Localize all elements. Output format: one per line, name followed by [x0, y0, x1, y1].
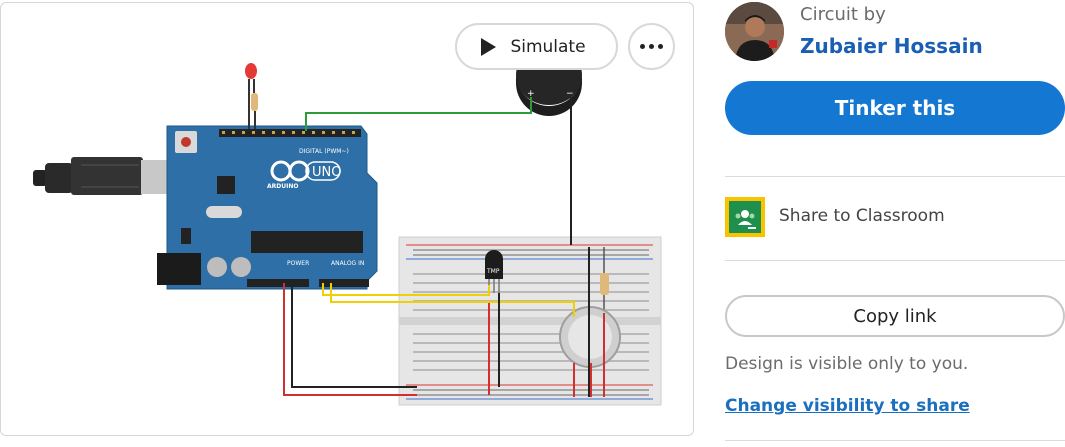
buzzer-minus-label: − [566, 89, 574, 99]
classroom-glyph [735, 210, 756, 229]
visibility-note: Design is visible only to you. [725, 354, 969, 374]
analog-header-label: ANALOG IN [331, 260, 364, 267]
avatar-image [725, 2, 784, 61]
board-brand-label: ARDUINO [267, 183, 298, 190]
divider [725, 440, 1065, 441]
page-root: DIGITAL (PWM~) UNO ARDUINO POWER ANALOG … [0, 0, 1065, 447]
board-model-label: UNO [312, 165, 341, 180]
power-header-label: POWER [287, 260, 309, 267]
usb-cable [33, 157, 169, 195]
led-component [245, 63, 258, 129]
divider [725, 260, 1065, 261]
copy-link-button[interactable]: Copy link [725, 295, 1065, 337]
circuit-canvas[interactable]: DIGITAL (PWM~) UNO ARDUINO POWER ANALOG … [0, 2, 694, 436]
avatar[interactable] [725, 2, 784, 61]
sensor-label: TMP [486, 268, 500, 275]
simulate-button[interactable]: Simulate [455, 23, 618, 70]
more-horizontal-icon [640, 44, 645, 49]
arduino-board: DIGITAL (PWM~) UNO ARDUINO POWER ANALOG … [157, 125, 378, 290]
tinker-this-button[interactable]: Tinker this [725, 81, 1065, 135]
more-options-button[interactable] [628, 23, 675, 70]
author-name-link[interactable]: Zubaier Hossain [800, 34, 983, 58]
change-visibility-link[interactable]: Change visibility to share [725, 396, 970, 416]
sidebar: Circuit by Zubaier Hossain Tinker this S… [724, 0, 1065, 447]
divider [725, 176, 1065, 177]
share-to-classroom-link[interactable]: Share to Classroom [779, 206, 945, 226]
digital-header-label: DIGITAL (PWM~) [299, 148, 349, 155]
simulate-label: Simulate [510, 36, 586, 57]
google-classroom-icon[interactable] [725, 197, 765, 237]
circuit-by-label: Circuit by [800, 4, 886, 25]
play-icon [481, 37, 497, 56]
breadboard [398, 236, 662, 406]
